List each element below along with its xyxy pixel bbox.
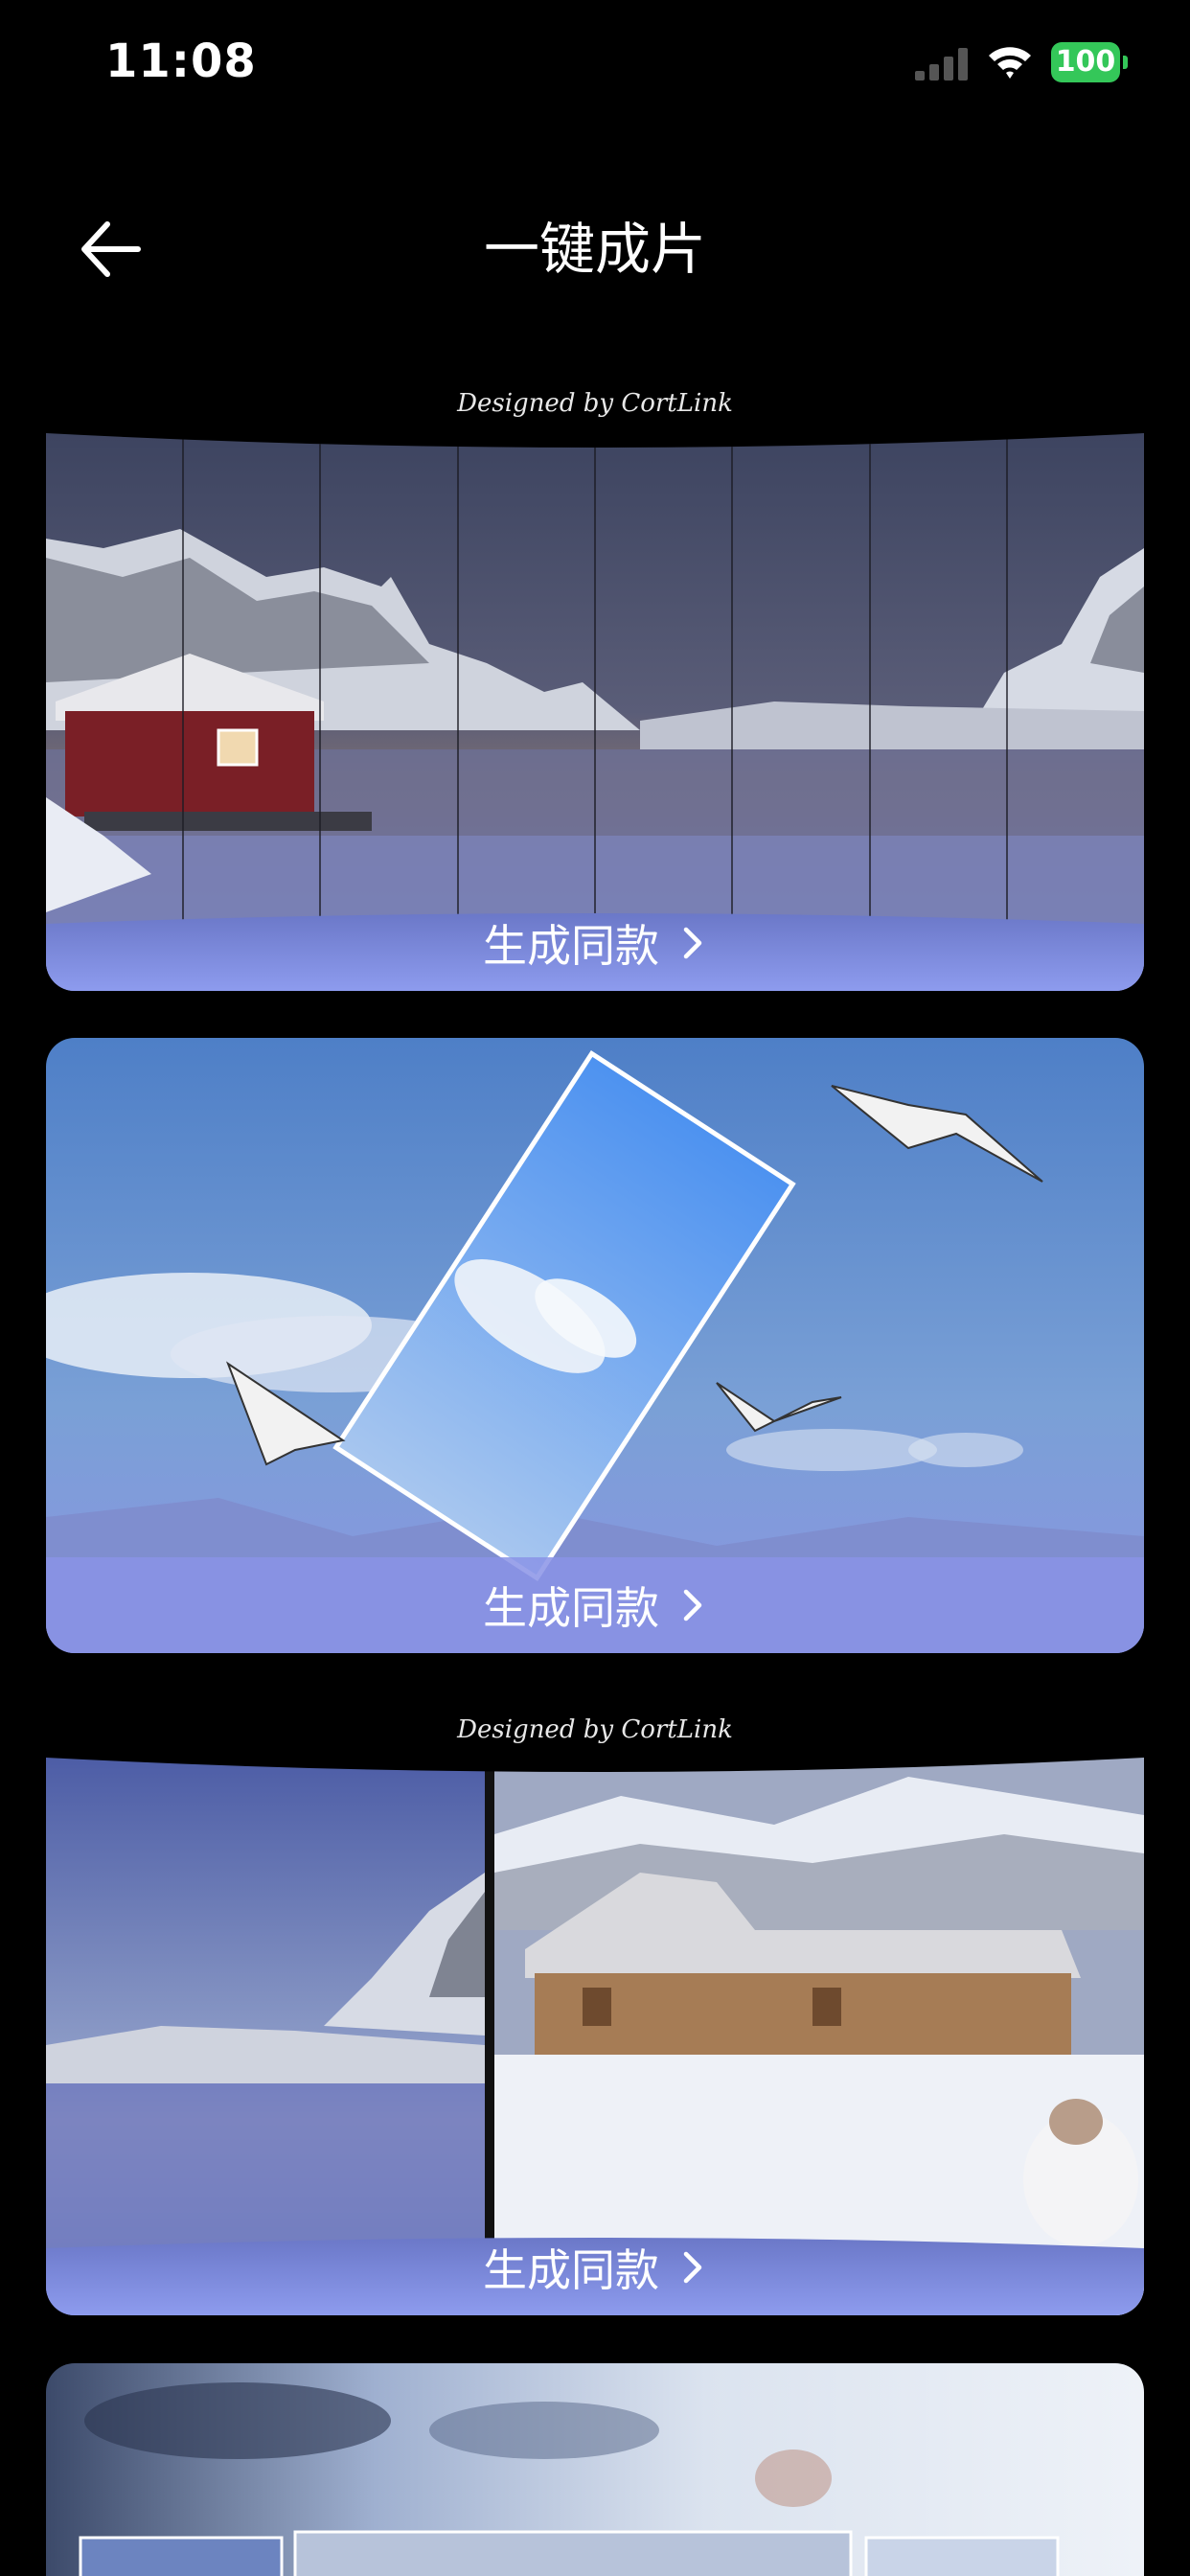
generate-same-label: 生成同款: [483, 2244, 659, 2296]
generate-same-button[interactable]: 生成同款: [46, 1557, 1144, 1653]
chevron-right-icon: [683, 2251, 702, 2284]
battery-tip: [1123, 56, 1128, 69]
back-button[interactable]: [75, 213, 148, 286]
battery-indicator: 100: [1051, 42, 1128, 82]
arrow-left-icon: [81, 221, 141, 277]
template-card-3[interactable]: 生成同款: [46, 1758, 1144, 2315]
wifi-icon: [989, 47, 1031, 79]
page-title: 一键成片: [483, 217, 706, 282]
generate-same-label: 生成同款: [483, 1582, 659, 1634]
generate-same-label: 生成同款: [483, 920, 659, 972]
template-preview-image: [46, 2363, 1144, 2576]
status-time: 11:08: [105, 34, 257, 88]
battery-level: 100: [1055, 45, 1116, 79]
signature: Designed by CortLink: [457, 1715, 733, 1744]
cellular-signal-icon: [915, 48, 968, 80]
signature: Designed by CortLink: [457, 389, 733, 418]
chevron-right-icon: [683, 1589, 702, 1622]
template-card-1[interactable]: 生成同款: [46, 433, 1144, 991]
status-bar: 11:08 100: [0, 0, 1190, 134]
chevron-right-icon: [683, 927, 702, 959]
template-card-4[interactable]: [46, 2363, 1144, 2576]
generate-same-button[interactable]: 生成同款: [46, 2220, 1144, 2315]
nav-bar: 一键成片: [0, 192, 1190, 307]
template-card-2[interactable]: 生成同款: [46, 1038, 1144, 1653]
generate-same-button[interactable]: 生成同款: [46, 895, 1144, 991]
page: 11:08 100 一键成片 Designed by CortLink 生成同款…: [0, 0, 1190, 2576]
